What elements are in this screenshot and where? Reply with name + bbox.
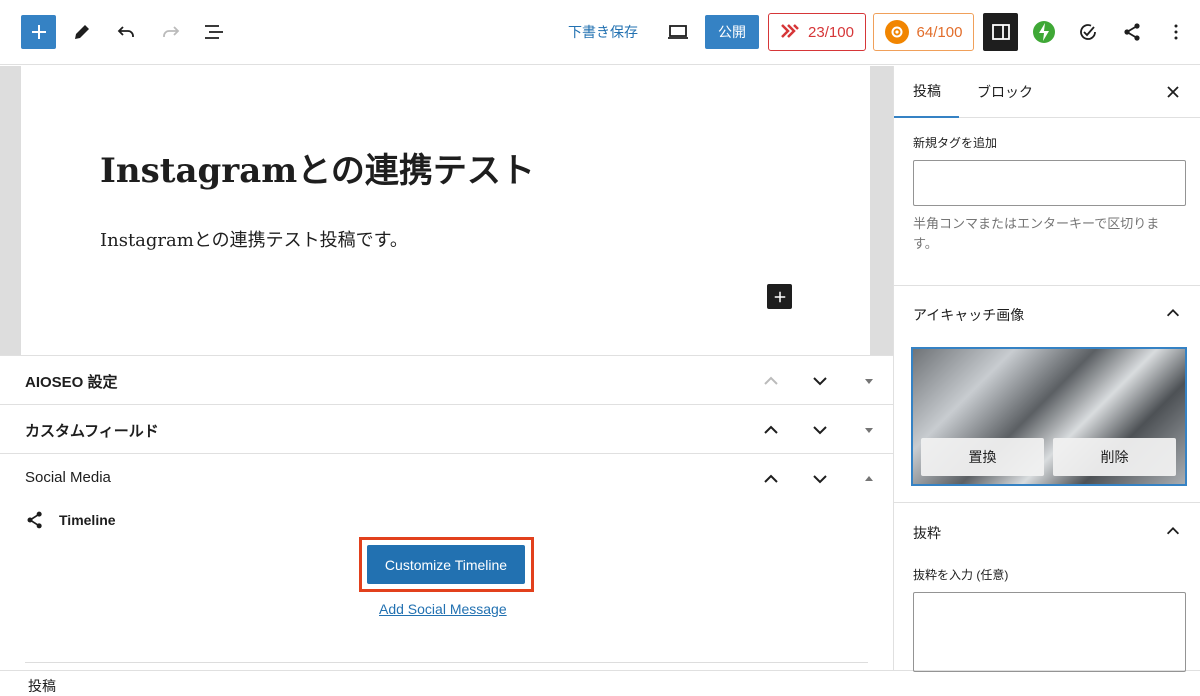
caret-down-icon <box>865 428 873 433</box>
metabox-social-media-title[interactable]: Social Media <box>25 469 111 486</box>
featured-image-panel-title[interactable]: アイキャッチ画像 <box>913 305 1024 325</box>
plus-icon <box>31 25 46 39</box>
excerpt-field-label: 抜粋を入力 (任意) <box>913 568 1009 582</box>
gauge-icon <box>1080 24 1096 40</box>
aioseo-logo-icon <box>781 24 799 38</box>
options-menu-button[interactable] <box>1164 20 1188 44</box>
divider <box>25 662 868 663</box>
redo-button[interactable] <box>159 20 183 44</box>
chevron-up-icon <box>1166 527 1180 535</box>
caret-up-icon <box>865 476 873 481</box>
timeline-label: Timeline <box>59 512 116 528</box>
undo-button[interactable] <box>114 20 138 44</box>
redo-icon <box>163 26 180 37</box>
inline-block-inserter[interactable] <box>767 284 792 309</box>
chevron-down-icon <box>813 426 827 435</box>
block-inserter-button[interactable] <box>21 15 56 49</box>
divider <box>894 502 1200 503</box>
move-down-button[interactable] <box>808 418 832 442</box>
gear-badge-icon <box>884 20 909 44</box>
tab-block[interactable]: ブロック <box>977 66 1033 118</box>
share-button[interactable] <box>1120 20 1144 44</box>
timeline-heading: Timeline <box>25 510 116 530</box>
toggle-panel-button[interactable] <box>857 418 881 442</box>
tag-field-label: 新規タグを追加 <box>913 136 998 150</box>
share-icon <box>27 511 42 529</box>
sidebar-tabs: 投稿 ブロック <box>894 66 1200 118</box>
publish-button[interactable]: 公開 <box>705 15 759 49</box>
chevron-down-icon <box>813 475 827 484</box>
preview-button[interactable] <box>660 15 696 49</box>
featured-image-toggle[interactable] <box>1161 301 1185 325</box>
replace-image-button[interactable]: 置換 <box>921 438 1044 476</box>
excerpt-textarea[interactable] <box>913 592 1186 672</box>
add-social-message-link[interactable]: Add Social Message <box>379 601 507 617</box>
metabox-aioseo-title[interactable]: AIOSEO 設定 <box>25 371 118 392</box>
more-vertical-icon <box>1174 24 1178 40</box>
chevron-down-icon <box>813 377 827 386</box>
tag-help-text: 半角コンマまたはエンターキーで区切ります。 <box>913 216 1160 251</box>
readability-score-value: 64/100 <box>916 23 963 41</box>
pencil-icon <box>75 25 89 39</box>
sidebar-icon <box>991 24 1010 40</box>
seo-score-value: 23/100 <box>808 23 854 41</box>
close-icon <box>1167 86 1179 98</box>
settings-sidebar: 投稿 ブロック 新規タグを追加 半角コンマまたはエンターキーで区切ります。 アイ… <box>893 66 1200 672</box>
move-up-button[interactable] <box>759 467 783 491</box>
post-title[interactable]: Instagramとの連携テスト <box>100 143 535 192</box>
tag-input[interactable] <box>913 160 1186 206</box>
performance-button[interactable] <box>1076 20 1100 44</box>
metabox-custom-fields-title[interactable]: カスタムフィールド <box>25 420 159 441</box>
jetpack-button[interactable] <box>1031 19 1057 45</box>
chevron-up-icon <box>764 425 778 434</box>
settings-sidebar-toggle[interactable] <box>983 13 1018 51</box>
chevron-up-icon <box>764 376 778 385</box>
move-up-button[interactable] <box>759 369 783 393</box>
featured-image[interactable]: 置換 削除 <box>911 347 1187 486</box>
remove-image-button[interactable]: 削除 <box>1053 438 1176 476</box>
metabox-aioseo: AIOSEO 設定 <box>0 355 893 405</box>
paragraph-block[interactable]: Instagramとの連携テスト投稿です。 <box>100 226 408 252</box>
excerpt-toggle[interactable] <box>1161 519 1185 543</box>
chevron-up-icon <box>764 474 778 483</box>
block-breadcrumb-bar: 投稿 <box>0 670 1200 694</box>
save-draft-button[interactable]: 下書き保存 <box>558 15 648 49</box>
chevron-up-icon <box>1166 309 1180 317</box>
editor-header: 下書き保存 公開 23/100 64/100 <box>0 0 1200 65</box>
breadcrumb-post[interactable]: 投稿 <box>28 676 56 696</box>
toggle-panel-button[interactable] <box>857 369 881 393</box>
list-view-icon <box>205 25 223 39</box>
undo-icon <box>117 26 134 37</box>
excerpt-panel-title[interactable]: 抜粋 <box>913 523 941 543</box>
plus-icon <box>774 291 785 302</box>
divider <box>894 285 1200 286</box>
readability-score-button[interactable]: 64/100 <box>873 13 974 51</box>
metabox-custom-fields: カスタムフィールド <box>0 404 893 454</box>
toggle-panel-button[interactable] <box>857 467 881 491</box>
move-down-button[interactable] <box>808 369 832 393</box>
move-up-button[interactable] <box>759 418 783 442</box>
jetpack-icon <box>1033 21 1055 43</box>
move-down-button[interactable] <box>808 467 832 491</box>
tab-post[interactable]: 投稿 <box>894 66 959 118</box>
caret-down-icon <box>865 379 873 384</box>
customize-timeline-button[interactable]: Customize Timeline <box>367 545 525 584</box>
document-overview-button[interactable] <box>202 20 226 44</box>
seo-score-button[interactable]: 23/100 <box>768 13 866 51</box>
share-icon <box>1124 23 1140 41</box>
desktop-icon <box>668 25 688 39</box>
editor-canvas <box>21 66 870 355</box>
tools-button[interactable] <box>70 20 94 44</box>
close-sidebar-button[interactable] <box>1161 80 1185 104</box>
